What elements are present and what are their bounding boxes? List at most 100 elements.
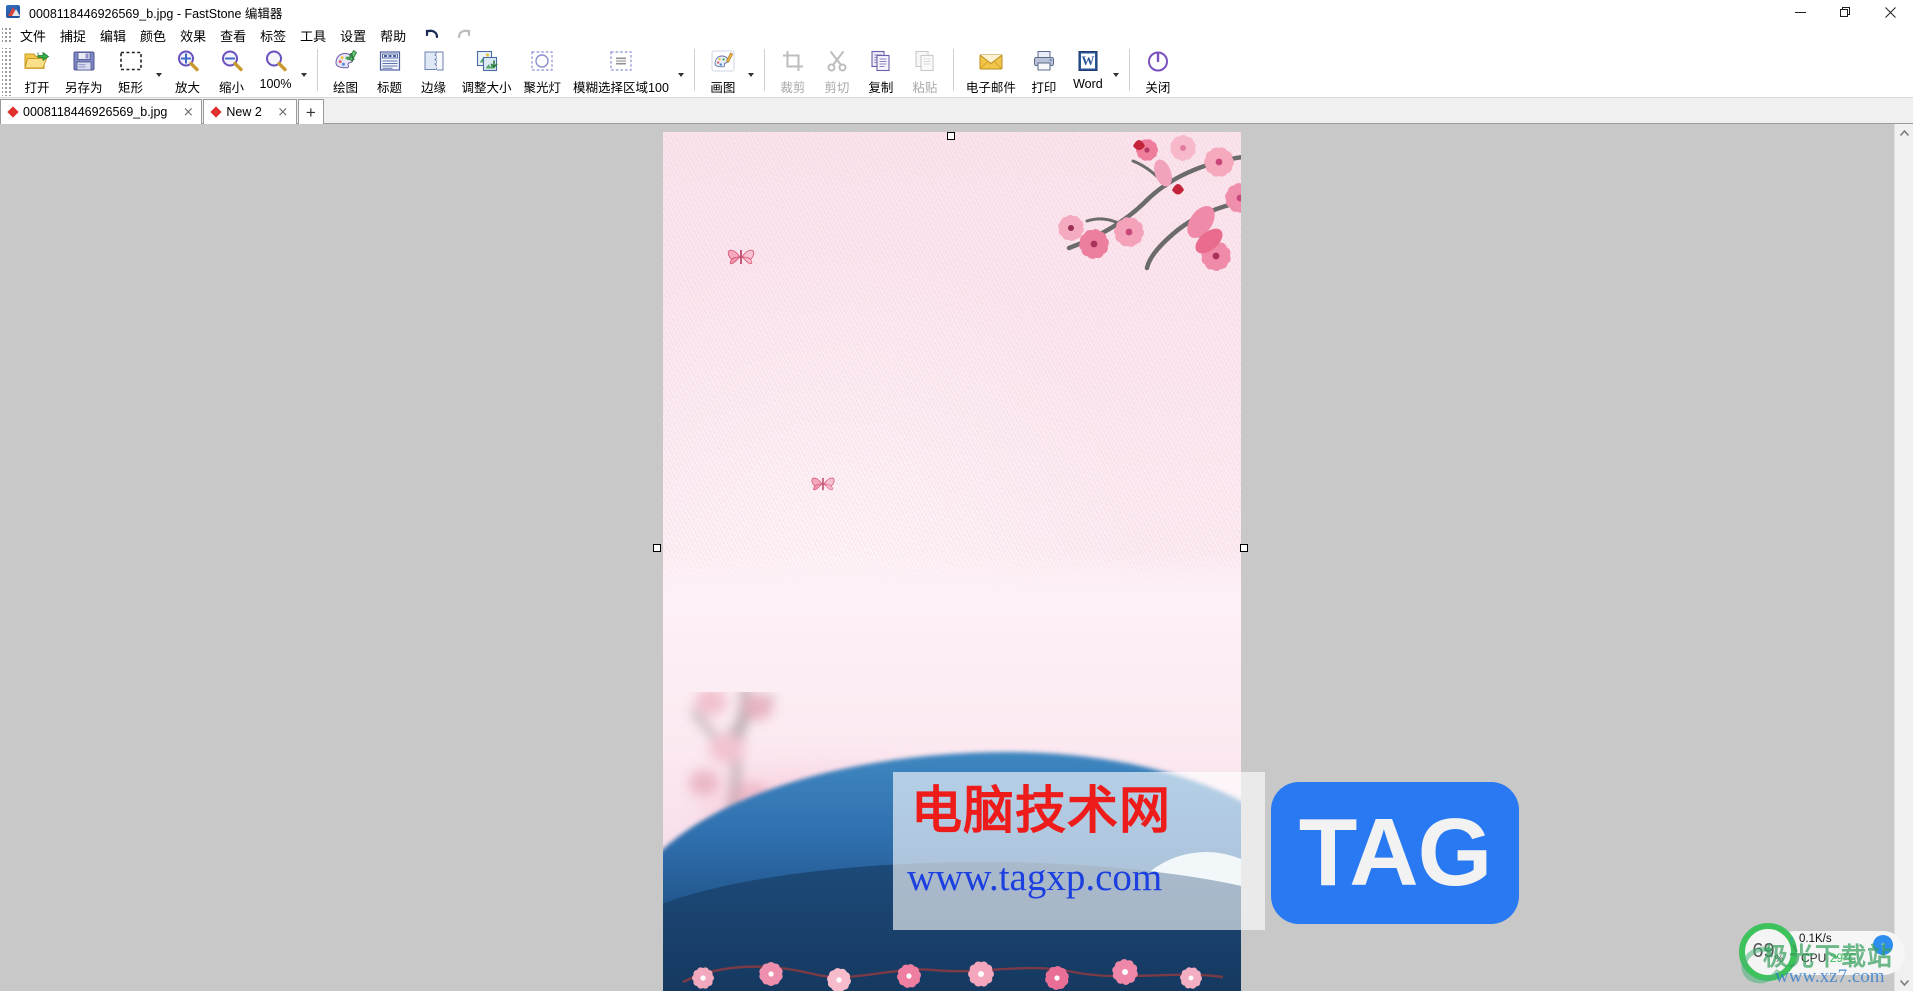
- menu-tags[interactable]: 标签: [253, 24, 293, 47]
- palette-a-icon: A: [333, 48, 359, 74]
- toolbar-zoom-100[interactable]: 100%: [254, 46, 298, 96]
- envelope-icon: [978, 48, 1004, 74]
- svg-text:W: W: [1081, 53, 1094, 68]
- system-monitor-widget[interactable]: 69% ↑ 0.1K/s CPU 29℃ ↑ 极光下载站 www.xz7.com: [1736, 909, 1907, 990]
- restore-icon[interactable]: [1823, 0, 1868, 24]
- crop-icon: [781, 48, 805, 74]
- toolbar-print-label: 打印: [1031, 81, 1057, 95]
- printer-icon: [1032, 48, 1056, 74]
- tab-image-0008118446926569[interactable]: 0008118446926569_b.jpg ×: [0, 99, 203, 124]
- floppy-disk-icon: [72, 48, 96, 74]
- toolbar-save-as-label: 另存为: [65, 81, 103, 95]
- toolbar-email[interactable]: 电子邮件: [960, 46, 1022, 96]
- toolbar-close[interactable]: 关闭: [1136, 46, 1180, 96]
- zoom-actual-icon: [264, 48, 288, 74]
- chevron-up-icon[interactable]: [1895, 124, 1913, 142]
- toolbar-open-label: 打开: [24, 81, 50, 95]
- menu-settings[interactable]: 设置: [333, 24, 373, 47]
- menu-file[interactable]: 文件: [13, 24, 53, 47]
- window-title: 0008118446926569_b.jpg - FastStone 编辑器: [29, 6, 283, 21]
- open-folder-icon: [24, 48, 50, 74]
- selection-handle-top-center[interactable]: [947, 132, 955, 140]
- toolbar-word[interactable]: W Word: [1066, 46, 1110, 96]
- toolbar-separator: [316, 49, 318, 91]
- vertical-scrollbar[interactable]: [1894, 124, 1913, 991]
- toolbar-paste: 粘贴: [903, 46, 947, 96]
- menu-effects[interactable]: 效果: [173, 24, 213, 47]
- toolbar-rectangle-dropdown[interactable]: [153, 46, 166, 96]
- power-icon: [1146, 48, 1170, 74]
- cherry-blossom-branch: [1058, 135, 1241, 271]
- menu-bar: 文件 捕捉 编辑 颜色 效果 查看 标签 工具 设置 帮助: [0, 24, 1913, 46]
- menu-capture[interactable]: 捕捉: [53, 24, 93, 47]
- butterfly-icon: [811, 477, 835, 491]
- tab-close-icon[interactable]: ×: [181, 105, 195, 120]
- tab-new-2[interactable]: New 2 ×: [203, 99, 297, 124]
- toolbar-spotlight-label: 聚光灯: [523, 81, 562, 95]
- minimize-icon[interactable]: [1778, 0, 1823, 24]
- menu-help[interactable]: 帮助: [373, 24, 413, 47]
- spotlight-icon: [530, 48, 554, 74]
- toolbar-paint-dropdown[interactable]: [745, 46, 758, 96]
- redo-icon: [455, 26, 473, 44]
- toolbar-draw[interactable]: A 绘图: [324, 46, 368, 96]
- toolbar-blur-region[interactable]: 模糊选择区域100: [567, 46, 675, 96]
- menubar-grip[interactable]: [2, 26, 11, 44]
- toolbar-resize[interactable]: 调整大小: [456, 46, 518, 96]
- torn-edge-icon: [422, 48, 446, 74]
- brand-url-text: www.xz7.com: [1775, 966, 1885, 987]
- caption-page-icon: [378, 48, 402, 74]
- toolbar-open[interactable]: 打开: [15, 46, 59, 96]
- toolbar-copy[interactable]: 复制: [859, 46, 903, 96]
- toolbar-blur-region-dropdown[interactable]: [675, 46, 688, 96]
- word-icon: W: [1076, 48, 1100, 74]
- tab-label: 0008118446926569_b.jpg: [23, 105, 168, 119]
- toolbar-print[interactable]: 打印: [1022, 46, 1066, 96]
- blur-region-icon: [609, 48, 633, 74]
- close-icon[interactable]: [1868, 0, 1913, 24]
- toolbar-edge-label: 边缘: [421, 81, 447, 95]
- selection-handle-right-middle[interactable]: [1240, 544, 1248, 552]
- window-controls: [1778, 0, 1913, 24]
- blurred-bottom-scene: [663, 692, 1241, 991]
- faststone-icon: [6, 4, 22, 20]
- toolbar-grip[interactable]: [2, 48, 11, 96]
- toolbar-zoom-in-label: 放大: [175, 81, 201, 95]
- toolbar-word-dropdown[interactable]: [1110, 46, 1123, 96]
- toolbar-caption-label: 标题: [377, 81, 403, 95]
- toolbar-zoom-out-label: 缩小: [219, 81, 245, 95]
- toolbar-spotlight[interactable]: 聚光灯: [518, 46, 568, 96]
- new-tab-button[interactable]: +: [297, 99, 324, 124]
- toolbar-cut-label: 剪切: [824, 81, 850, 95]
- title-bar: 0008118446926569_b.jpg - FastStone 编辑器: [0, 0, 1913, 24]
- toolbar-zoom-dropdown[interactable]: [298, 46, 311, 96]
- tab-close-icon[interactable]: ×: [276, 105, 290, 120]
- toolbar-zoom-in[interactable]: 放大: [166, 46, 210, 96]
- selection-handle-left-middle[interactable]: [653, 544, 661, 552]
- tab-modified-icon: [7, 106, 19, 118]
- toolbar: 打开 另存为 矩形 放大 缩小 100% A 绘图 标题 边缘 调整大小 聚光灯…: [0, 46, 1913, 98]
- menu-edit[interactable]: 编辑: [93, 24, 133, 47]
- toolbar-draw-label: 绘图: [333, 81, 359, 95]
- copy-icon: [869, 48, 893, 74]
- toolbar-copy-label: 复制: [868, 81, 894, 95]
- toolbar-caption[interactable]: 标题: [368, 46, 412, 96]
- paint-palette-icon: [710, 48, 736, 74]
- toolbar-blur-region-label: 模糊选择区域100: [573, 81, 669, 95]
- editor-work-area[interactable]: [0, 124, 1894, 991]
- toolbar-cut: 剪切: [815, 46, 859, 96]
- image-canvas[interactable]: [663, 132, 1241, 991]
- paste-icon: [913, 48, 937, 74]
- toolbar-edge[interactable]: 边缘: [412, 46, 456, 96]
- toolbar-paint[interactable]: 画图: [701, 46, 745, 96]
- tab-label: New 2: [226, 105, 262, 119]
- toolbar-zoom-100-label: 100%: [259, 77, 292, 91]
- toolbar-separator: [693, 49, 695, 91]
- menu-view[interactable]: 查看: [213, 24, 253, 47]
- toolbar-zoom-out[interactable]: 缩小: [210, 46, 254, 96]
- menu-color[interactable]: 颜色: [133, 24, 173, 47]
- menu-tools[interactable]: 工具: [293, 24, 333, 47]
- toolbar-rectangle[interactable]: 矩形: [109, 46, 153, 96]
- undo-icon[interactable]: [423, 26, 441, 44]
- toolbar-save-as[interactable]: 另存为: [59, 46, 109, 96]
